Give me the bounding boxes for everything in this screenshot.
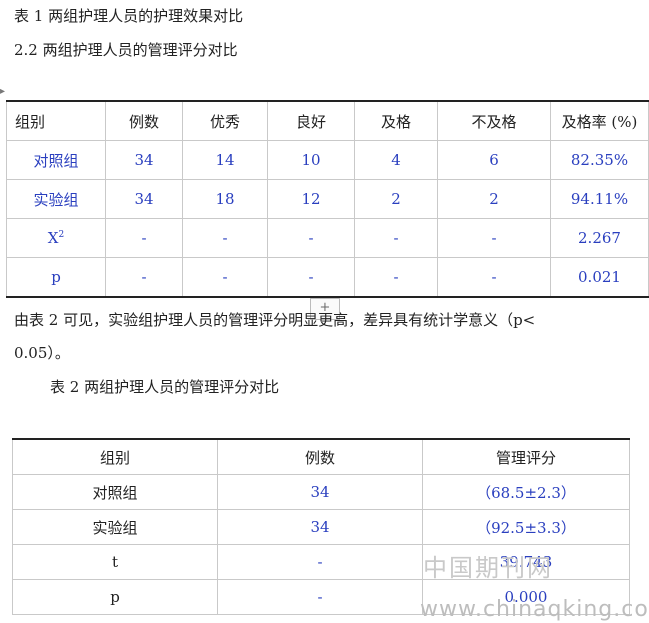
table-cell: t	[12, 544, 218, 580]
table-cell: X2	[6, 218, 106, 258]
header-cell: 组别	[12, 438, 218, 475]
table-cell: p	[12, 579, 218, 615]
table-cell: （92.5±3.3）	[422, 509, 630, 545]
table-row: 对照组 34 14 10 4 6 82.35%	[6, 140, 649, 180]
section-heading: 2.2 两组护理人员的管理评分对比	[14, 41, 238, 59]
table-cell: 82.35%	[550, 140, 649, 180]
table-cell: 实验组	[6, 179, 106, 219]
header-cell: 及格	[354, 100, 438, 141]
body-paragraph-line2: 0.05）。	[14, 344, 70, 362]
table-cell: -	[267, 218, 355, 258]
table-cell: 0.021	[550, 257, 649, 298]
table-cell: -	[354, 218, 438, 258]
table-cell: 12	[267, 179, 355, 219]
header-cell: 优秀	[182, 100, 268, 141]
table-header-row: 组别 例数 优秀 良好 及格 不及格 及格率 (%)	[6, 100, 649, 141]
table-cell: 对照组	[6, 140, 106, 180]
table-cell: 对照组	[12, 474, 218, 510]
header-cell: 组别	[6, 100, 106, 141]
table-cell: -	[105, 218, 183, 258]
table2-caption: 表 2 两组护理人员的管理评分对比	[50, 378, 280, 396]
chi-square-superscript: 2	[58, 230, 65, 240]
table-cell: -	[217, 544, 423, 580]
table-cell: -	[182, 257, 268, 298]
table-row: 实验组 34 18 12 2 2 94.11%	[6, 179, 649, 219]
header-cell: 例数	[217, 438, 423, 475]
table-cell: -	[437, 257, 551, 298]
header-cell: 管理评分	[422, 438, 630, 475]
table-cell: 14	[182, 140, 268, 180]
table1: 组别 例数 优秀 良好 及格 不及格 及格率 (%) 对照组 34 14 10 …	[6, 100, 649, 298]
table-cell: 34	[217, 509, 423, 545]
table-cell: 2	[437, 179, 551, 219]
table-header-row: 组别 例数 管理评分	[12, 438, 630, 475]
watermark-text: 中国期刊网	[423, 554, 553, 582]
table1-caption: 表 1 两组护理人员的护理效果对比	[14, 7, 244, 25]
table-row: 实验组 34 （92.5±3.3）	[12, 509, 630, 545]
table-cell: 18	[182, 179, 268, 219]
table-cell: 2	[354, 179, 438, 219]
table-cell: -	[182, 218, 268, 258]
table-cell: 4	[354, 140, 438, 180]
watermark-url: www.chinaqking.com	[420, 597, 649, 622]
table-row: p - - - - - 0.021	[6, 257, 649, 298]
table-cell: （68.5±2.3）	[422, 474, 630, 510]
body-paragraph-line1: 由表 2 可见，实验组护理人员的管理评分明显更高，差异具有统计学意义（p<	[14, 311, 536, 329]
table-cell: p	[6, 257, 106, 298]
table-cell: 34	[105, 179, 183, 219]
table-cell: -	[105, 257, 183, 298]
header-cell: 良好	[267, 100, 355, 141]
header-cell: 例数	[105, 100, 183, 141]
table-cell: 6	[437, 140, 551, 180]
header-cell: 及格率 (%)	[550, 100, 649, 141]
table2: 组别 例数 管理评分 对照组 34 （68.5±2.3） 实验组 34 （92.…	[12, 438, 630, 615]
table-row: X2 - - - - - 2.267	[6, 218, 649, 258]
table-cell: 实验组	[12, 509, 218, 545]
table-cell: 34	[217, 474, 423, 510]
table-cell: -	[267, 257, 355, 298]
table-row: 对照组 34 （68.5±2.3）	[12, 474, 630, 510]
table-cell: 94.11%	[550, 179, 649, 219]
table-cell: -	[217, 579, 423, 615]
table-cell: 34	[105, 140, 183, 180]
table-anchor-icon[interactable]: ▸	[0, 86, 5, 97]
table-cell: 10	[267, 140, 355, 180]
header-cell: 不及格	[437, 100, 551, 141]
chi-square-symbol: X	[47, 229, 59, 247]
table-cell: -	[437, 218, 551, 258]
table-cell: 2.267	[550, 218, 649, 258]
table-cell: -	[354, 257, 438, 298]
